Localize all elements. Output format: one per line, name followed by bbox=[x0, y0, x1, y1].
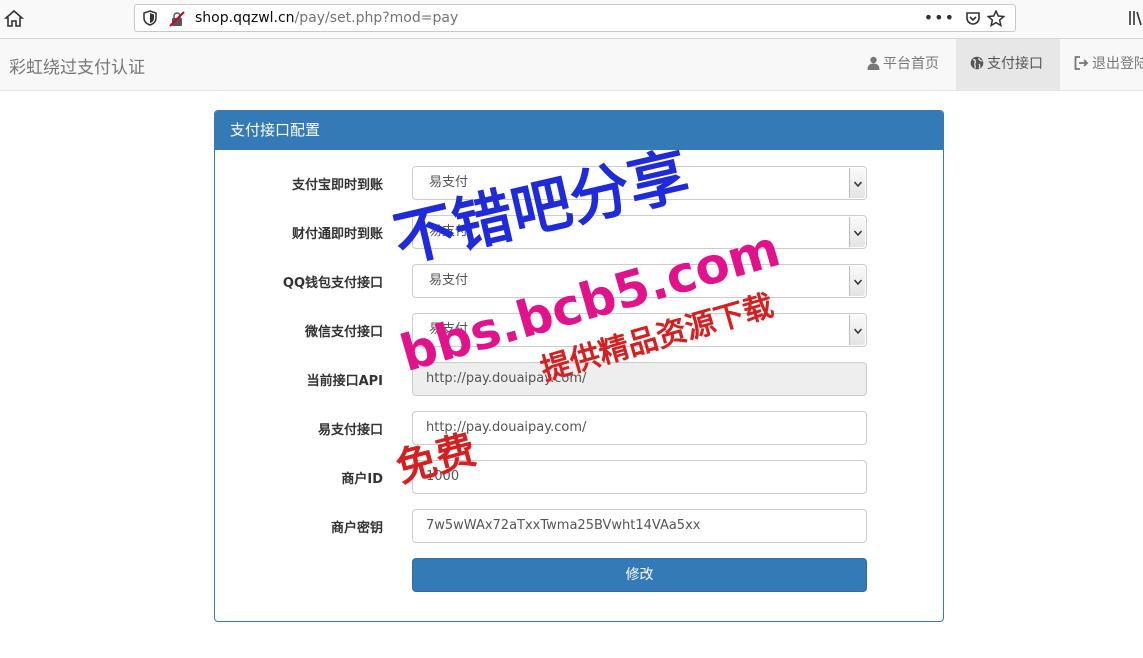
url-domain: shop.qqzwl.cn bbox=[195, 10, 295, 26]
page-actions-menu[interactable]: ••• bbox=[924, 8, 955, 27]
logout-icon bbox=[1074, 56, 1089, 70]
site-brand[interactable]: 彩虹绕过支付认证 bbox=[9, 53, 145, 78]
chevron-down-icon[interactable] bbox=[849, 217, 865, 247]
nav-home-label: 平台首页 bbox=[883, 56, 939, 72]
nav-logout[interactable]: 退出登陆 bbox=[1060, 39, 1143, 90]
bookmark-star-icon[interactable] bbox=[987, 10, 1005, 27]
home-icon[interactable] bbox=[4, 9, 24, 29]
url-path: /pay/set.php?mod=pay bbox=[294, 10, 459, 26]
chevron-down-icon[interactable] bbox=[849, 315, 865, 345]
form-row-merchant-id: 商户ID 1000 bbox=[215, 460, 943, 494]
qqpay-label: QQ钱包支付接口 bbox=[282, 276, 383, 291]
wxpay-select-value: 易支付 bbox=[429, 322, 469, 337]
qqpay-select-value: 易支付 bbox=[429, 273, 469, 288]
insecure-lock-icon[interactable] bbox=[169, 11, 185, 27]
top-navbar: 彩虹绕过支付认证 平台首页 支付接口 退出登陆 bbox=[0, 39, 1143, 91]
epay-api-label: 易支付接口 bbox=[317, 423, 383, 438]
merchant-key-input[interactable]: 7w5wWAx72aTxxTwma25BVwht14VAa5xx bbox=[412, 509, 867, 543]
form-row-wxpay: 微信支付接口 易支付 bbox=[215, 313, 943, 347]
submit-button[interactable]: 修改 bbox=[412, 558, 867, 592]
wxpay-label: 微信支付接口 bbox=[304, 325, 383, 340]
nav-home[interactable]: 平台首页 bbox=[853, 39, 953, 90]
user-icon bbox=[867, 56, 880, 70]
wxpay-select[interactable]: 易支付 bbox=[412, 313, 867, 347]
tenpay-select[interactable]: 易支付 bbox=[412, 215, 867, 249]
library-icon[interactable] bbox=[1128, 10, 1143, 26]
url-text[interactable]: shop.qqzwl.cn/pay/set.php?mod=pay bbox=[195, 10, 458, 26]
form-row-epay-api: 易支付接口 http://pay.douaipay.com/ bbox=[215, 411, 943, 445]
chevron-down-icon[interactable] bbox=[849, 168, 865, 198]
form-row-current-api: 当前接口API http://pay.douaipay.com/ bbox=[215, 362, 943, 396]
merchant-id-input[interactable]: 1000 bbox=[412, 460, 867, 494]
epay-api-input[interactable]: http://pay.douaipay.com/ bbox=[412, 411, 867, 445]
current-api-field: http://pay.douaipay.com/ bbox=[412, 362, 867, 396]
alipay-select-value: 易支付 bbox=[429, 175, 469, 190]
globe-icon bbox=[970, 56, 984, 70]
nav-payment-label: 支付接口 bbox=[987, 56, 1043, 72]
payment-config-panel: 支付接口配置 支付宝即时到账 易支付 财付通即时到账 易支付 QQ钱包支付接口 … bbox=[214, 110, 944, 622]
address-bar[interactable]: shop.qqzwl.cn/pay/set.php?mod=pay ••• bbox=[134, 4, 1016, 32]
nav-logout-label: 退出登陆 bbox=[1092, 56, 1143, 72]
merchant-key-label: 商户密钥 bbox=[330, 521, 383, 536]
alipay-label: 支付宝即时到账 bbox=[291, 178, 383, 193]
form-row-tenpay: 财付通即时到账 易支付 bbox=[215, 215, 943, 249]
browser-toolbar: shop.qqzwl.cn/pay/set.php?mod=pay ••• bbox=[0, 0, 1143, 39]
chevron-down-icon[interactable] bbox=[849, 266, 865, 296]
shield-icon[interactable] bbox=[143, 10, 157, 26]
pocket-icon[interactable] bbox=[965, 11, 981, 26]
tenpay-label: 财付通即时到账 bbox=[291, 227, 383, 242]
tenpay-select-value: 易支付 bbox=[429, 224, 469, 239]
merchant-id-label: 商户ID bbox=[341, 472, 383, 487]
alipay-select[interactable]: 易支付 bbox=[412, 166, 867, 200]
form-row-qqpay: QQ钱包支付接口 易支付 bbox=[215, 264, 943, 298]
nav-payment[interactable]: 支付接口 bbox=[956, 39, 1060, 90]
form-row-alipay: 支付宝即时到账 易支付 bbox=[215, 166, 943, 200]
qqpay-select[interactable]: 易支付 bbox=[412, 264, 867, 298]
current-api-label: 当前接口API bbox=[306, 374, 383, 389]
form-row-merchant-key: 商户密钥 7w5wWAx72aTxxTwma25BVwht14VAa5xx bbox=[215, 509, 943, 543]
panel-title: 支付接口配置 bbox=[215, 111, 943, 150]
